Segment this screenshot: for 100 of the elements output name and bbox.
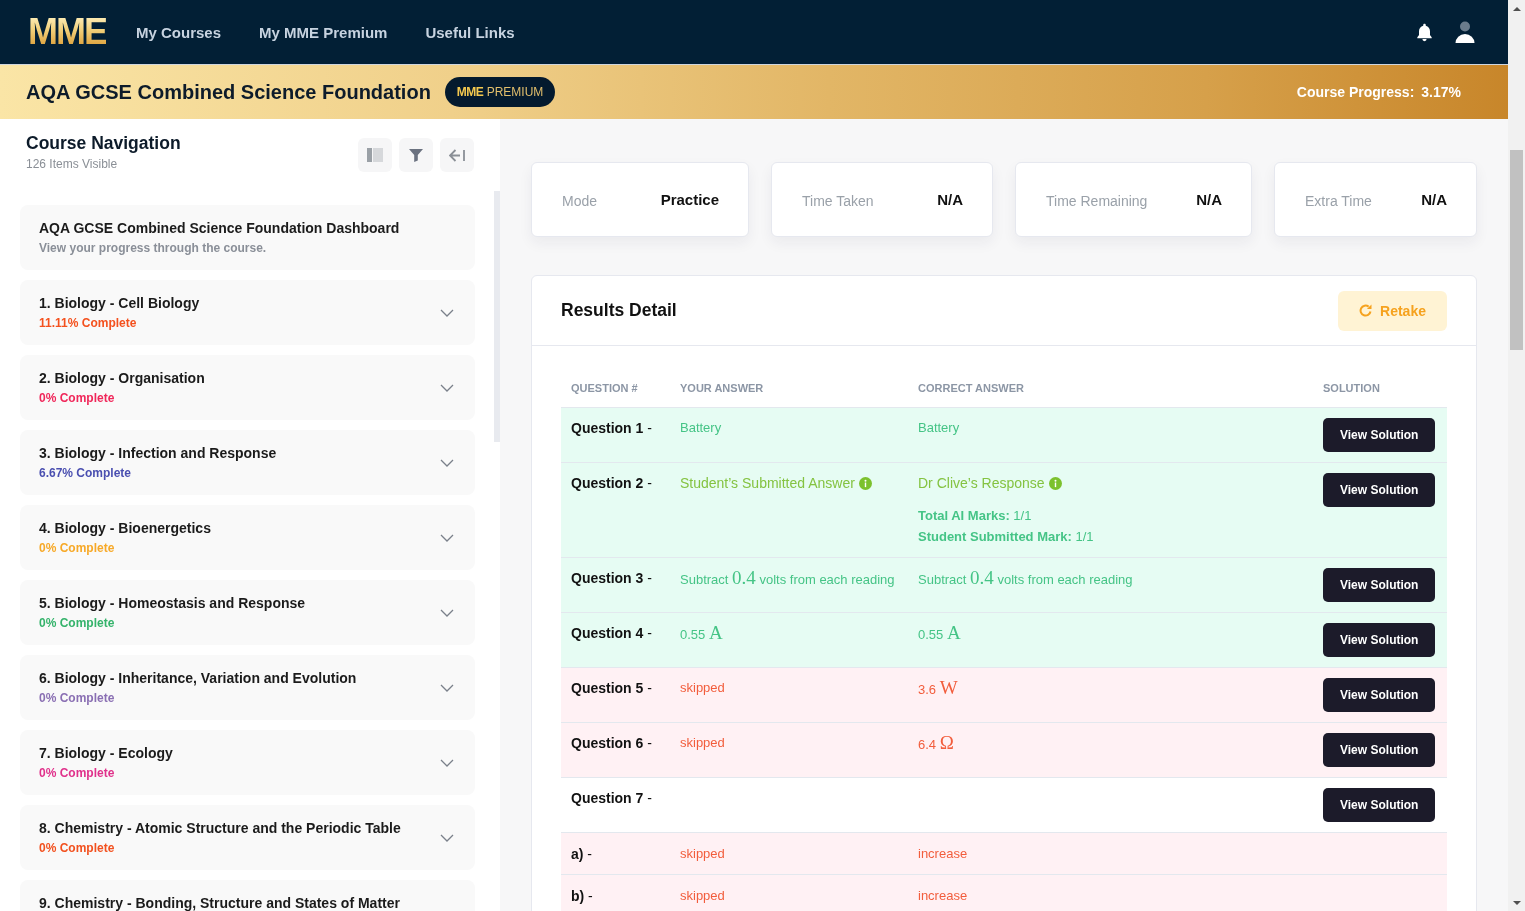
panel-toggle-button[interactable] [358, 138, 392, 172]
view-solution-button[interactable]: View Solution [1323, 623, 1436, 657]
triangle-up-icon[interactable] [1512, 6, 1521, 11]
question-label: Question 7 - [571, 789, 652, 808]
answer-text: 0.55 A [680, 623, 723, 645]
question-label: a) - [571, 845, 592, 864]
section-title: 9. Chemistry - Bonding, Structure and States of Matter [39, 895, 400, 911]
stat-label: Time Taken [802, 192, 874, 209]
dashboard-item[interactable]: AQA GCSE Combined Science Foundation Dashboard View your progress through the course. [20, 205, 475, 270]
stat-value: N/A [1421, 191, 1447, 208]
question-label: b) - [571, 887, 593, 906]
section-title: 6. Biology - Inheritance, Variation and Evolution [39, 670, 357, 686]
sidebar-item[interactable]: 7. Biology - Ecology 0% Complete [20, 730, 475, 795]
sidebar-item[interactable]: 1. Biology - Cell Biology 11.11% Complete [20, 280, 475, 345]
question-label: Question 4 - [571, 624, 652, 643]
view-solution-button[interactable]: View Solution [1323, 473, 1436, 507]
view-solution-button[interactable]: View Solution [1323, 788, 1436, 822]
section-title: 2. Biology - Organisation [39, 370, 205, 386]
sidebar-item[interactable]: 8. Chemistry - Atomic Structure and the Periodic Table 0% Complete [20, 805, 475, 870]
progress-text: 11.11% Complete [39, 315, 137, 331]
sidebar-item[interactable]: 9. Chemistry - Bonding, Structure and States of Matter [20, 880, 475, 911]
progress-value: 3.17% [1421, 84, 1461, 100]
column-header: YOUR ANSWER [679, 381, 765, 394]
info-icon[interactable] [1048, 476, 1062, 490]
nav-link[interactable]: Useful Links [425, 23, 515, 41]
scrollbar-thumb[interactable] [1510, 150, 1523, 350]
section-title: 1. Biology - Cell Biology [39, 295, 200, 311]
results-title: Results Detail [561, 300, 677, 321]
sidebar-item[interactable]: 2. Biology - Organisation 0% Complete [20, 355, 475, 420]
answer-text: Battery [680, 419, 722, 437]
progress-text: 0% Complete [39, 615, 115, 631]
column-header: CORRECT ANSWER [917, 381, 1025, 394]
info-icon[interactable] [858, 476, 872, 490]
progress-text: 0% Complete [39, 690, 115, 706]
section-title: 3. Biology - Infection and Response [39, 445, 277, 461]
stat-value: N/A [937, 191, 963, 208]
question-label: Question 1 - [571, 419, 652, 438]
chevron-icon[interactable] [440, 609, 454, 617]
premium-badge: MME PREMIUM [444, 77, 556, 107]
answer-text: skipped [680, 734, 725, 752]
section-title: 4. Biology - Bioenergetics [39, 520, 211, 536]
progress-text: 6.67% Complete [39, 465, 132, 481]
view-solution-button[interactable]: View Solution [1323, 418, 1436, 452]
course-title: AQA GCSE Combined Science Foundation [26, 80, 431, 104]
answer-text: skipped [680, 887, 725, 905]
answer-text: 6.4 Ω [918, 733, 954, 755]
user-icon[interactable] [1455, 21, 1475, 43]
answer-text: skipped [680, 679, 725, 697]
chevron-icon[interactable] [440, 459, 454, 467]
answer-text: skipped [680, 845, 725, 863]
sidebar-item[interactable]: 5. Biology - Homeostasis and Response 0% Complete [20, 580, 475, 645]
marks-text: Total AI Marks: 1/1 [918, 507, 1032, 525]
dashboard-title: AQA GCSE Combined Science Foundation Dashboard [39, 220, 400, 236]
stat-value: Practice [660, 191, 719, 208]
progress-text: 0% Complete [39, 540, 115, 556]
answer-text: Subtract 0.4 volts from each reading [918, 568, 1133, 590]
question-label: Question 6 - [571, 734, 652, 753]
section-title: 5. Biology - Homeostasis and Response [39, 595, 306, 611]
nav-link[interactable]: My MME Premium [259, 23, 388, 41]
stat-label: Time Remaining [1046, 192, 1148, 209]
view-solution-button[interactable]: View Solution [1323, 568, 1436, 602]
view-solution-button[interactable]: View Solution [1323, 678, 1436, 712]
chevron-icon[interactable] [440, 684, 454, 692]
view-solution-button[interactable]: View Solution [1323, 733, 1436, 767]
bell-icon[interactable] [1416, 22, 1433, 42]
arrow-left-line-icon [449, 148, 465, 162]
stat-label: Extra Time [1305, 192, 1372, 209]
answer-text: increase [918, 887, 968, 905]
chevron-icon[interactable] [440, 534, 454, 542]
panel-icon [367, 148, 383, 162]
stat-label: Mode [562, 192, 598, 209]
question-label: Question 5 - [571, 679, 652, 698]
collapse-button[interactable] [440, 138, 474, 172]
answer-text: 3.6 W [918, 678, 958, 700]
marks-text: Student Submitted Mark: 1/1 [918, 528, 1094, 546]
items-count: 126 Items Visible [26, 156, 118, 172]
triangle-down-icon[interactable] [1512, 900, 1521, 905]
sidebar-item[interactable]: 6. Biology - Inheritance, Variation and Evolution 0% Complete [20, 655, 475, 720]
filter-button[interactable] [399, 138, 433, 172]
progress-text: 0% Complete [39, 840, 115, 856]
chevron-icon[interactable] [440, 309, 454, 317]
column-header: SOLUTION [1322, 381, 1381, 394]
progress-label: Course Progress: [1296, 84, 1415, 100]
dashboard-description: View your progress through the course. [39, 240, 267, 256]
chevron-icon[interactable] [440, 759, 454, 767]
question-label: Question 3 - [571, 569, 652, 588]
nav-link[interactable]: My Courses [136, 23, 222, 41]
column-header: QUESTION # [570, 381, 639, 394]
answer-text: increase [918, 845, 968, 863]
chevron-icon[interactable] [440, 834, 454, 842]
section-title: 7. Biology - Ecology [39, 745, 173, 761]
progress-text: 0% Complete [39, 390, 115, 406]
answer-text: Subtract 0.4 volts from each reading [680, 568, 895, 590]
answer-text: 0.55 A [918, 623, 961, 645]
section-title: 8. Chemistry - Atomic Structure and the Periodic Table [39, 820, 401, 836]
answer-text: Battery [918, 419, 960, 437]
sidebar-title: Course Navigation [26, 132, 181, 154]
sidebar-item[interactable]: 4. Biology - Bioenergetics 0% Complete [20, 505, 475, 570]
sidebar-item[interactable]: 3. Biology - Infection and Response 6.67% Complete [20, 430, 475, 495]
chevron-icon[interactable] [440, 384, 454, 392]
